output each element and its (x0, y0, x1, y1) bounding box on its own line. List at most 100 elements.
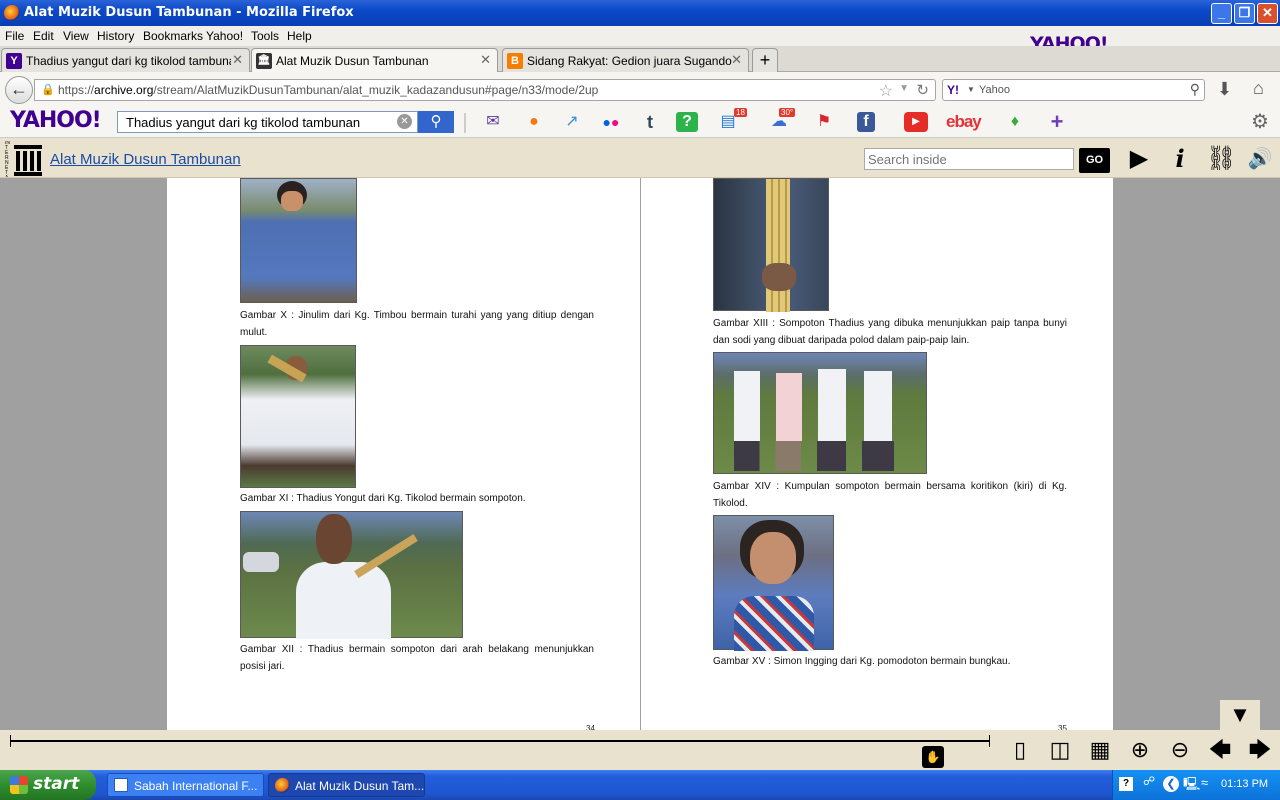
tab-close-icon[interactable]: ✕ (232, 52, 243, 68)
news-badge: 18 (734, 108, 747, 117)
go-button[interactable]: GO (1079, 148, 1110, 173)
clock: 01:13 PM (1221, 778, 1269, 790)
settings-gear-icon[interactable]: ⚙ (1249, 112, 1271, 132)
toggle-toolbar-down-icon[interactable]: ▼ (1220, 700, 1260, 730)
flickr-icon[interactable]: ●● (600, 112, 622, 132)
url-text: https://archive.org/stream/AlatMuzikDusu… (58, 83, 599, 97)
archive-building-icon (14, 145, 42, 176)
youtube-icon[interactable]: ▶ (904, 112, 928, 132)
bookmark-star-icon[interactable]: ☆ (879, 81, 893, 101)
menu-history[interactable]: History (97, 29, 134, 43)
basketball-icon[interactable]: ● (523, 112, 545, 132)
tumblr-icon[interactable]: t (639, 112, 661, 132)
facebook-icon[interactable]: f (857, 112, 875, 132)
photo-detail (281, 191, 303, 211)
menu-help[interactable]: Help (287, 29, 312, 43)
audio-speaker-icon[interactable]: 🔊 (1246, 146, 1274, 172)
wifi-icon[interactable]: ≈ (1201, 775, 1208, 790)
two-page-view-icon[interactable]: ◫ (1045, 736, 1075, 764)
caption-gambar-xv: Gambar XV : Simon Ingging dari Kg. pomod… (713, 656, 1011, 667)
yahoo-logo[interactable]: YAHOO! (10, 108, 102, 133)
photo-detail (296, 562, 391, 639)
search-engine-box[interactable]: Y! ▼ Yahoo ⚲ (942, 79, 1205, 101)
monitor-icon[interactable]: 🖳 (1183, 775, 1200, 797)
previous-page-icon[interactable]: 🡄 (1205, 736, 1235, 764)
collapse-tray-icon[interactable]: ❮ (1163, 776, 1179, 792)
answers-icon[interactable]: ? (676, 112, 698, 132)
back-button[interactable]: ← (5, 76, 33, 104)
yahoo-search-input[interactable] (118, 112, 388, 132)
downloads-icon[interactable]: ⬇ (1217, 79, 1232, 100)
photo-thadius-back (240, 511, 463, 639)
new-tab-button[interactable]: + (752, 48, 778, 72)
page-slider-track[interactable] (10, 740, 990, 742)
close-button[interactable]: ✕ (1257, 3, 1278, 24)
info-icon[interactable]: i (1166, 146, 1194, 172)
menu-tools[interactable]: Tools (251, 29, 279, 43)
add-icon[interactable]: + (1046, 111, 1068, 133)
share-icon[interactable]: ⛓ (1206, 146, 1236, 172)
tab-blogger[interactable]: B Sidang Rakyat: Gedion juara Sugandoi K… (502, 48, 749, 72)
photo-detail (864, 371, 892, 441)
one-page-view-icon[interactable]: ▯ (1005, 736, 1035, 764)
reload-icon[interactable]: ↻ (916, 81, 929, 99)
photo-thadius-yongut (240, 345, 356, 488)
slider-tick-start (10, 735, 11, 747)
start-button[interactable]: start (0, 770, 96, 800)
ebay-icon[interactable]: ebay (946, 112, 982, 132)
address-bar[interactable]: 🔒 https://archive.org/stream/AlatMuzikDu… (34, 79, 936, 101)
minimize-button[interactable]: _ (1211, 3, 1232, 24)
hand-cursor-icon: ✋ (925, 750, 941, 764)
search-inside-input[interactable] (864, 148, 1074, 170)
caption-gambar-xiii: Gambar XIII : Sompoton Thadius yang dibu… (713, 318, 1067, 346)
mail-icon[interactable]: ✉ (482, 112, 504, 132)
archive-logo-text: INTERNET ARCHIVE (5, 141, 10, 177)
deals-tag-icon[interactable]: ♦ (1004, 112, 1026, 132)
menu-bookmarks[interactable]: Bookmarks (143, 29, 203, 43)
thumbnail-view-icon[interactable]: ▦ (1085, 736, 1115, 764)
next-page-icon[interactable]: 🡆 (1245, 736, 1275, 764)
yahoo-search-box[interactable]: ✕ (117, 111, 418, 133)
maximize-button[interactable]: ❐ (1234, 3, 1255, 24)
book-title-link[interactable]: Alat Muzik Dusun Tambunan (50, 151, 241, 168)
task-firefox[interactable]: Alat Muzik Dusun Tam... (268, 773, 425, 797)
photo-detail (734, 596, 814, 651)
tab-close-icon[interactable]: ✕ (480, 52, 491, 68)
internet-archive-logo[interactable]: INTERNET ARCHIVE (5, 141, 43, 177)
zoom-in-icon[interactable]: ⊕ (1125, 736, 1155, 764)
tab-yahoo-search[interactable]: Y Thadius yangut dari kg tikolod tambuna… (1, 48, 250, 72)
tab-close-icon[interactable]: ✕ (731, 52, 742, 68)
book-viewer[interactable]: Gambar X : Jinulim dari Kg. Timbou berma… (0, 178, 1280, 730)
yahoo-search-button[interactable]: ⚲ (418, 111, 454, 133)
yahoo-engine-icon[interactable]: Y! (947, 83, 959, 97)
zoom-out-icon[interactable]: ⊖ (1165, 736, 1195, 764)
menu-yahoo[interactable]: Yahoo! (206, 29, 243, 43)
help-icon[interactable]: ? (1119, 777, 1133, 791)
task-sabah[interactable]: Sabah International F... (107, 773, 264, 797)
archive-favicon-icon: 🏛 (256, 53, 272, 69)
toolbar-divider (464, 113, 466, 133)
network-icon[interactable]: ☍ (1143, 774, 1155, 788)
home-icon[interactable]: ⌂ (1253, 78, 1264, 99)
photo-detail (243, 552, 279, 572)
menu-view[interactable]: View (63, 29, 89, 43)
start-label: start (33, 774, 80, 794)
tab-archive[interactable]: 🏛 Alat Muzik Dusun Tambunan ✕ (251, 48, 498, 72)
finance-chart-icon[interactable]: ↗ (561, 112, 583, 132)
menu-edit[interactable]: Edit (33, 29, 54, 43)
bookmark-icon[interactable]: ⚑ (813, 112, 835, 132)
menu-file[interactable]: File (5, 29, 24, 43)
task-label: Alat Muzik Dusun Tam... (295, 779, 425, 793)
page-slider-handle[interactable]: ✋ (922, 746, 944, 768)
dropdown-arrow-icon[interactable]: ▼ (899, 83, 909, 94)
clear-icon[interactable]: ✕ (397, 114, 412, 129)
photo-detail (354, 534, 418, 578)
slider-tick-end (989, 735, 990, 747)
firefox-icon (4, 5, 20, 21)
yahoo-toolbar: YAHOO! ✕ ⚲ ✉ ● ↗ ●● t ? ▤ 18 ☁ 30° ⚑ f ▶… (0, 106, 1280, 138)
tab-bar: Y Thadius yangut dari kg tikolod tambuna… (0, 46, 1280, 72)
tab-label: Alat Muzik Dusun Tambunan (276, 54, 429, 68)
engine-dropdown-icon[interactable]: ▼ (967, 85, 975, 94)
play-icon[interactable]: ▶ (1125, 146, 1153, 172)
search-icon[interactable]: ⚲ (1190, 81, 1200, 98)
